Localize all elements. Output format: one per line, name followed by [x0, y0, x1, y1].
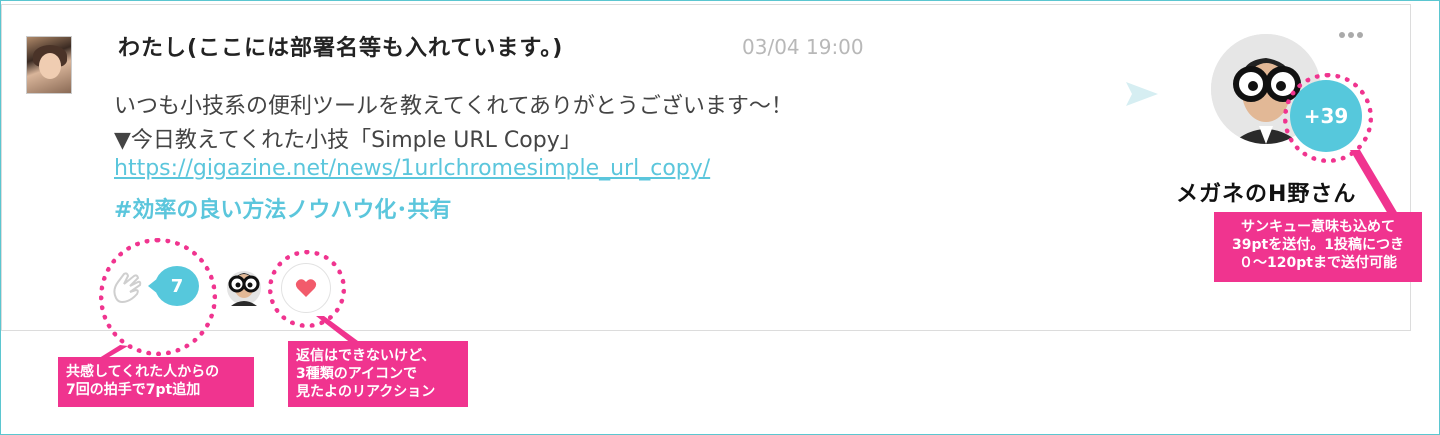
heart-reaction-button[interactable]	[281, 263, 331, 313]
reaction-annotation-line-1: 返信はできないけど、	[296, 348, 436, 364]
heart-icon	[295, 279, 317, 297]
clap-annotation-line-1: 共感してくれた人からの	[66, 364, 220, 380]
points-annotation-line-2: 39ptを送付。1投稿につき	[1232, 237, 1404, 253]
post-hashtag[interactable]: #効率の良い方法ノウハウ化･共有	[114, 192, 451, 224]
points-badge: +39	[1290, 80, 1362, 152]
clap-annotation: 共感してくれた人からの 7回の拍手で7pt追加	[58, 357, 254, 407]
recipient-name: メガネのH野さん	[1176, 182, 1357, 207]
reaction-annotation: 返信はできないけど、 3種類のアイコンで 見たよのリアクション	[288, 341, 468, 407]
post-timestamp: 03/04 19:00	[742, 35, 864, 59]
reaction-annotation-line-2: 3種類のアイコンで	[296, 366, 418, 382]
post-link[interactable]: https://gigazine.net/news/1urlchromesimp…	[114, 156, 710, 181]
author-name: わたし(ここには部署名等も入れています。)	[118, 36, 564, 61]
clap-annotation-line-2: 7回の拍手で7pt追加	[66, 382, 201, 398]
reactor-avatar[interactable]	[221, 264, 267, 306]
post-text-line-1: いつも小技系の便利ツールを教えてくれてありがとうございます～！	[114, 94, 793, 119]
points-annotation-line-1: サンキュー意味も込めて	[1241, 219, 1395, 235]
reaction-annotation-line-3: 見たよのリアクション	[296, 384, 436, 400]
clap-icon[interactable]	[108, 268, 148, 308]
points-annotation-line-3: ０～120ptまで送付可能	[1239, 255, 1397, 271]
clap-count-badge: 7	[155, 266, 199, 306]
post-text-line-2: ▼今日教えてくれた小技「Simple URL Copy」	[114, 128, 582, 153]
points-annotation: サンキュー意味も込めて 39ptを送付。1投稿につき ０～120ptまで送付可能	[1214, 212, 1422, 282]
more-icon[interactable]	[1336, 28, 1366, 42]
author-avatar[interactable]	[26, 36, 72, 94]
send-icon	[1126, 82, 1158, 106]
